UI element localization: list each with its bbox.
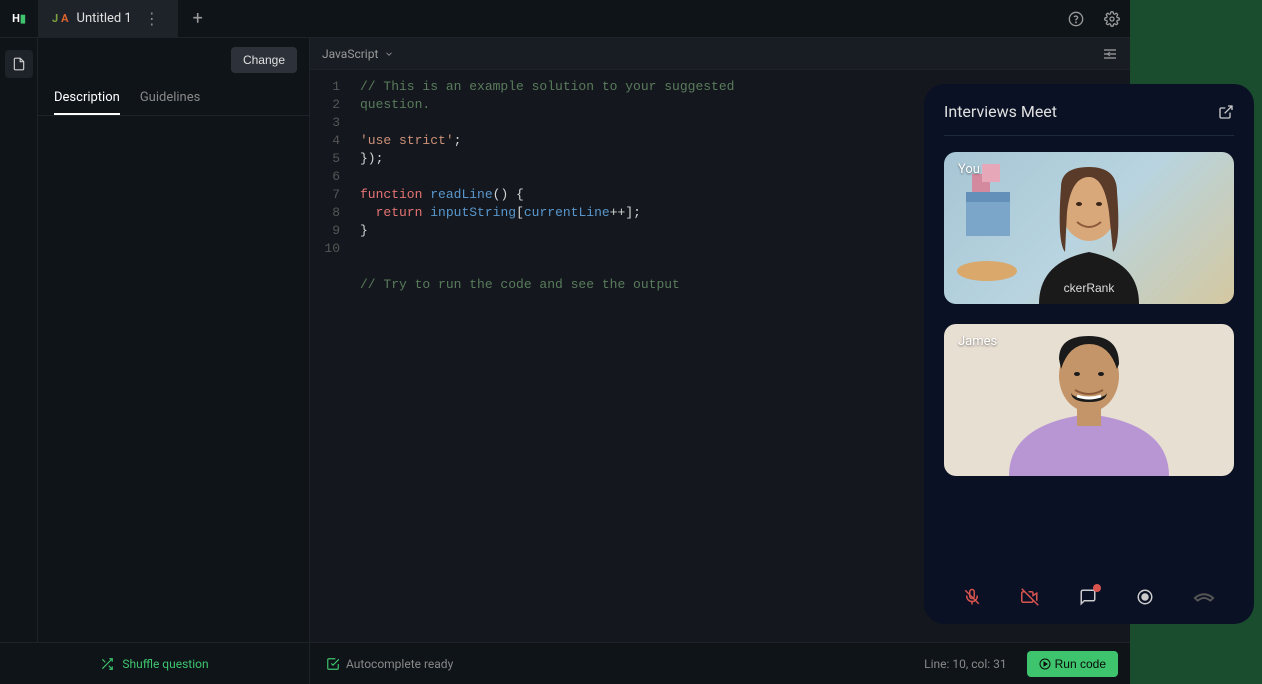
language-selector[interactable]: JavaScript [322, 47, 394, 61]
change-button[interactable]: Change [231, 47, 297, 73]
meet-controls [944, 568, 1234, 606]
description-panel: Change Description Guidelines [38, 38, 310, 642]
tab-menu-icon[interactable]: ⋮ [140, 9, 164, 28]
avatar [989, 324, 1189, 476]
file-tab[interactable]: J A Untitled 1 ⋮ [38, 0, 178, 38]
language-label: JavaScript [322, 47, 378, 61]
chat-icon[interactable] [1079, 588, 1097, 606]
play-icon [1039, 658, 1051, 670]
autocomplete-status: Autocomplete ready [310, 657, 453, 671]
tab-guidelines[interactable]: Guidelines [140, 82, 201, 115]
shuffle-question-button[interactable]: Shuffle question [0, 643, 310, 684]
app-logo[interactable]: H▮ [0, 12, 38, 25]
video-tile-james[interactable]: James [944, 324, 1234, 476]
collapse-icon[interactable] [1102, 48, 1118, 60]
line-gutter: 12345678910 [310, 78, 350, 642]
title-bar: H▮ J A Untitled 1 ⋮ + [0, 0, 1130, 38]
video-tile-you[interactable]: You ckerRank [944, 152, 1234, 304]
record-icon[interactable] [1136, 588, 1154, 606]
tab-icon-j: J [52, 12, 58, 25]
logo-h: H [12, 12, 20, 25]
panel-tabs: Description Guidelines [38, 82, 309, 116]
editor-header: JavaScript [310, 38, 1130, 70]
video-label-you: You [958, 162, 980, 177]
check-icon [326, 657, 340, 671]
file-icon[interactable] [5, 50, 33, 78]
chevron-down-icon [384, 49, 394, 59]
svg-text:ckerRank: ckerRank [1064, 281, 1116, 295]
popout-icon[interactable] [1218, 104, 1234, 120]
interviews-meet-panel: Interviews Meet You ckerRank James [924, 84, 1254, 624]
notification-dot [1093, 584, 1101, 592]
help-icon[interactable] [1058, 1, 1094, 37]
add-tab-button[interactable]: + [178, 8, 218, 29]
tab-title: Untitled 1 [77, 11, 132, 26]
settings-icon[interactable] [1094, 1, 1130, 37]
meet-header: Interviews Meet [944, 102, 1234, 136]
bottom-bar: Shuffle question Autocomplete ready Line… [0, 642, 1130, 684]
hangup-icon[interactable] [1193, 588, 1215, 606]
tab-description[interactable]: Description [54, 82, 120, 115]
cursor-position: Line: 10, col: 31 [924, 657, 1007, 671]
panel-header: Change [38, 38, 309, 82]
icon-sidebar [0, 38, 38, 642]
avatar: ckerRank [1009, 152, 1169, 304]
camera-off-icon[interactable] [1020, 588, 1040, 606]
shuffle-icon [100, 657, 114, 671]
tab-icon-a: A [61, 12, 68, 25]
mic-mute-icon[interactable] [963, 588, 981, 606]
meet-title: Interviews Meet [944, 102, 1057, 121]
run-code-button[interactable]: Run code [1027, 651, 1118, 677]
